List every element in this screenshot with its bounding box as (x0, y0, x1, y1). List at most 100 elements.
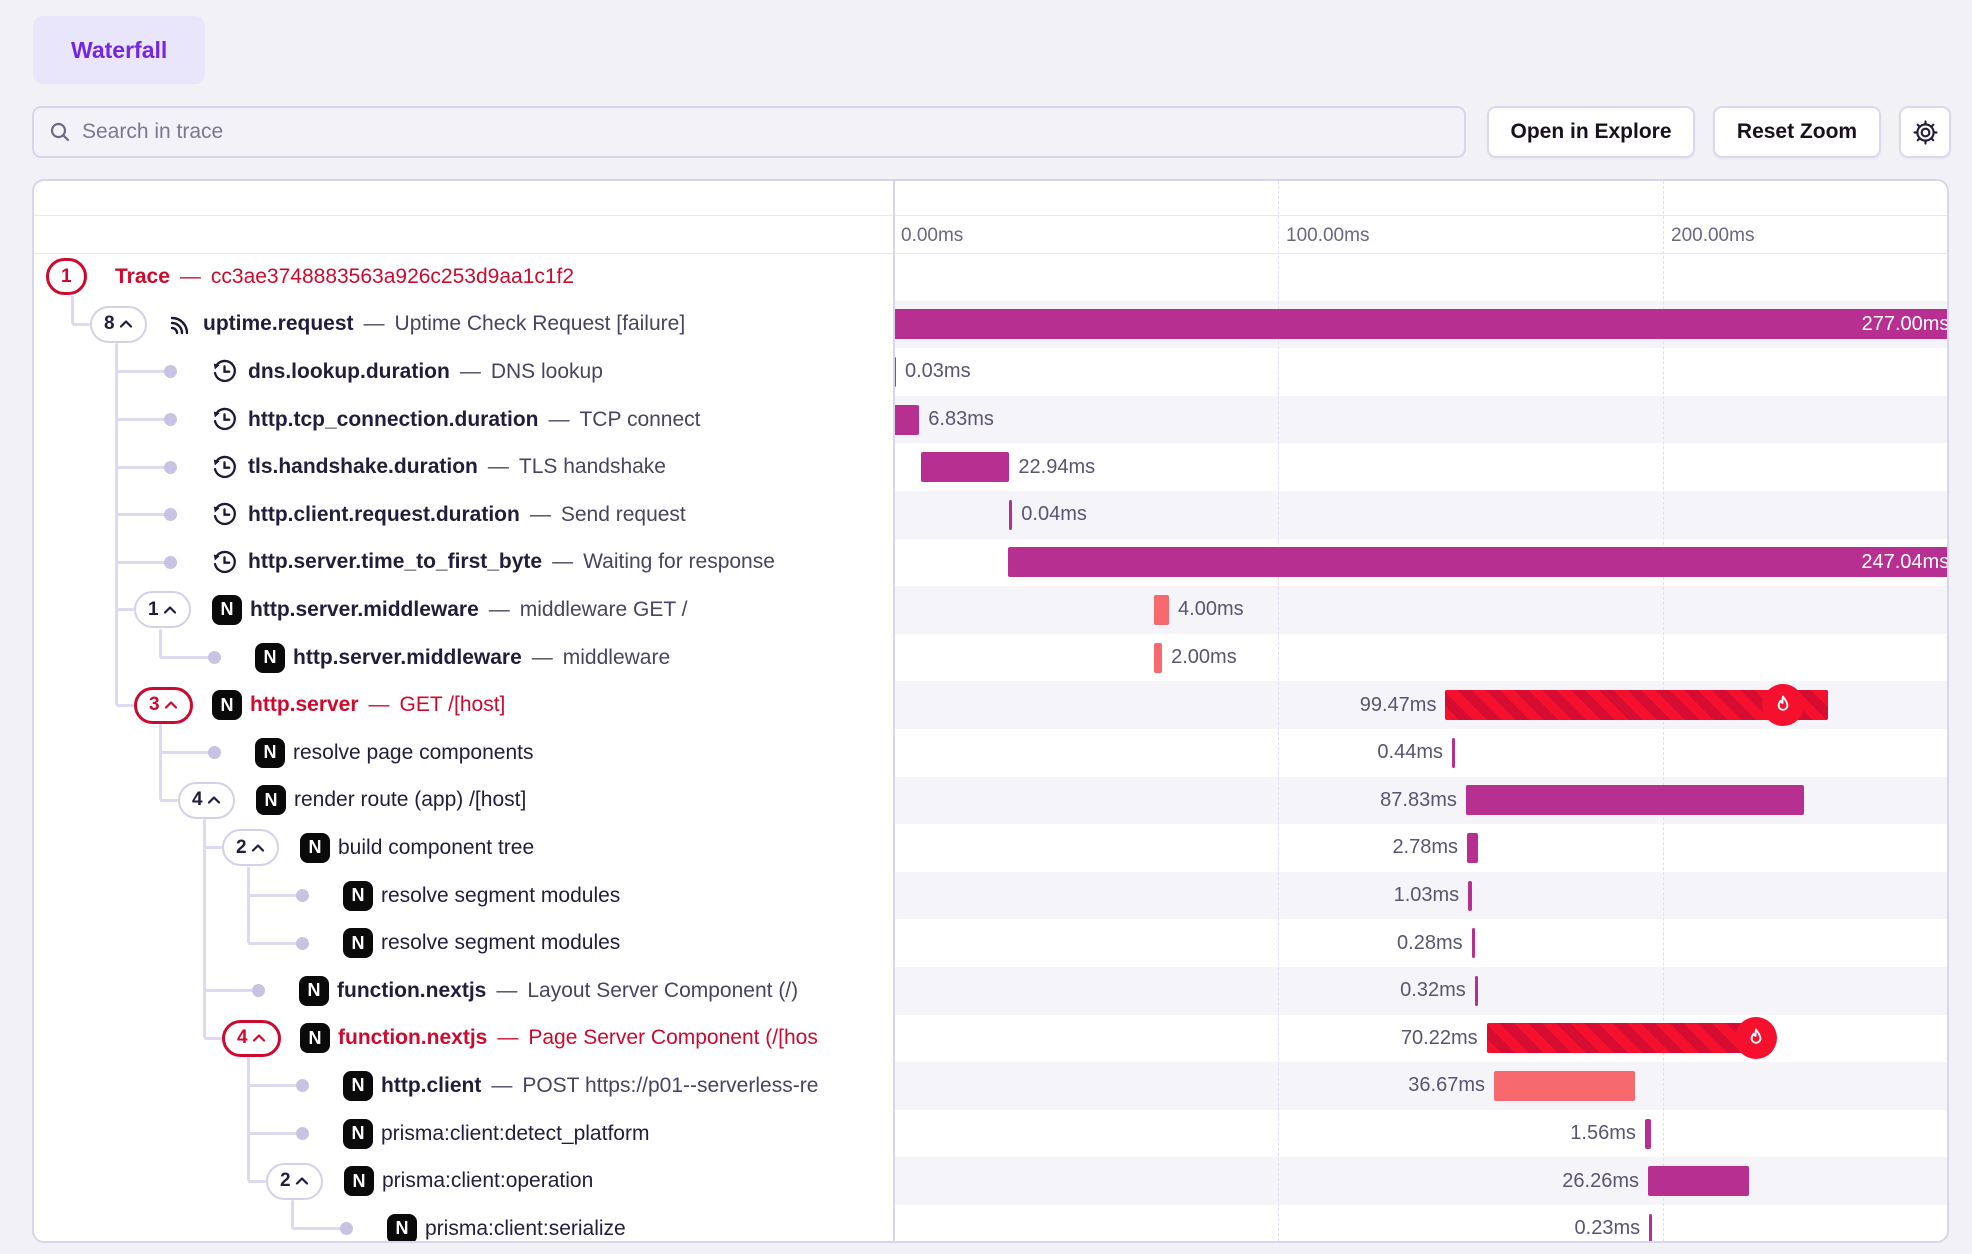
error-flame-badge[interactable] (1735, 1017, 1777, 1059)
trace-row[interactable]: 4Nfunction.nextjs—Page Server Component … (34, 1015, 1947, 1063)
span-description: prisma:client:serialize (425, 1205, 889, 1243)
span-bar[interactable] (1452, 738, 1455, 768)
reset-zoom-button[interactable]: Reset Zoom (1713, 106, 1881, 158)
trace-row[interactable]: http.tcp_connection.duration—TCP connect… (34, 396, 1947, 444)
span-bar[interactable] (1467, 833, 1478, 863)
trace-row[interactable]: 2Nprisma:client:operation26.26ms (34, 1157, 1947, 1205)
trace-row[interactable]: dns.lookup.duration—DNS lookup0.03ms (34, 348, 1947, 396)
span-description: http.client.request.duration—Send reques… (248, 491, 889, 539)
axis-tick-label: 100.00ms (1286, 219, 1369, 253)
span-bar[interactable] (921, 452, 1009, 482)
name-desc-separator: — (496, 979, 517, 1003)
span-bar[interactable] (893, 405, 919, 435)
span-description: dns.lookup.duration—DNS lookup (248, 348, 889, 396)
span-desc-text: TCP connect (579, 408, 700, 432)
tree-connector-vertical (71, 296, 74, 325)
trace-row[interactable]: http.server.time_to_first_byte—Waiting f… (34, 539, 1947, 587)
expand-badge[interactable]: 2 (222, 829, 279, 866)
span-duration-label: 4.00ms (1178, 586, 1244, 634)
span-op-name: resolve segment modules (381, 931, 620, 955)
trace-row[interactable]: Nhttp.client—POST https://p01--serverles… (34, 1062, 1947, 1110)
tab-waterfall[interactable]: Waterfall (33, 16, 205, 84)
span-desc-text: middleware (563, 646, 670, 670)
nextjs-icon: N (344, 1157, 374, 1205)
tree-node-dot (296, 937, 309, 950)
expand-badge[interactable]: 4 (222, 1020, 281, 1057)
trace-row[interactable]: 1Nhttp.server.middleware—middleware GET … (34, 586, 1947, 634)
expand-badge[interactable]: 1 (134, 591, 191, 628)
span-bar[interactable] (1648, 1166, 1749, 1196)
search-input[interactable] (82, 120, 1450, 144)
span-op-name: render route (app) /[host] (294, 788, 526, 812)
expand-badge[interactable]: 4 (178, 782, 235, 819)
toolbar: Open in Explore Reset Zoom (0, 106, 1972, 158)
nextjs-icon: N (255, 729, 285, 777)
span-desc-text: POST https://p01--serverless-re (522, 1074, 818, 1098)
trace-row[interactable]: Nfunction.nextjs—Layout Server Component… (34, 967, 1947, 1015)
expand-badge[interactable]: 8 (90, 306, 147, 343)
tree-connector-vertical (247, 867, 250, 943)
trace-row[interactable]: 2Nbuild component tree2.78ms (34, 824, 1947, 872)
expand-badge-count: 8 (104, 313, 115, 335)
trace-row[interactable]: 4Nrender route (app) /[host]87.83ms (34, 777, 1947, 825)
chevron-up-icon (295, 1176, 309, 1186)
trace-row[interactable]: 3Nhttp.server—GET /[host]99.47ms (34, 681, 1947, 729)
span-bar[interactable] (1645, 1119, 1651, 1149)
settings-button[interactable] (1899, 106, 1951, 158)
span-bar[interactable] (1472, 928, 1475, 958)
span-duration-label: 2.00ms (1171, 634, 1237, 682)
nextjs-icon: N (300, 824, 330, 872)
span-bar-with-duration[interactable]: 247.04ms (1008, 547, 1949, 577)
trace-waterfall-panel: 0.00ms100.00ms200.00ms1Trace—cc3ae374888… (32, 179, 1949, 1243)
search-icon (48, 120, 72, 144)
tree-chart-divider[interactable] (893, 181, 895, 1241)
expand-badge[interactable]: 2 (266, 1163, 323, 1200)
tree-node-dot (164, 413, 177, 426)
span-description: prisma:client:detect_platform (381, 1110, 889, 1158)
chevron-up-icon (164, 700, 178, 710)
trace-row[interactable]: Nresolve segment modules1.03ms (34, 872, 1947, 920)
trace-row[interactable]: tls.handshake.duration—TLS handshake22.9… (34, 443, 1947, 491)
nextjs-icon: N (343, 919, 373, 967)
span-bar-with-duration[interactable]: 277.00ms (893, 309, 1949, 339)
span-description: tls.handshake.duration—TLS handshake (248, 443, 889, 491)
span-description: render route (app) /[host] (294, 777, 889, 825)
expand-badge[interactable]: 1 (46, 258, 87, 295)
span-desc-text: Page Server Component (/[hos (528, 1026, 818, 1050)
trace-row[interactable]: Nprisma:client:serialize0.23ms (34, 1205, 1947, 1243)
span-op-name: http.client.request.duration (248, 503, 520, 527)
name-desc-separator: — (497, 1026, 518, 1050)
chevron-up-icon (119, 319, 133, 329)
trace-row[interactable]: Nhttp.server.middleware—middleware2.00ms (34, 634, 1947, 682)
span-bar[interactable] (1154, 643, 1162, 673)
trace-row[interactable]: 8uptime.request—Uptime Check Request [fa… (34, 301, 1947, 349)
span-op-name: Trace (115, 265, 170, 289)
span-bar[interactable] (1487, 1023, 1757, 1053)
span-bar[interactable] (1494, 1071, 1635, 1101)
nextjs-icon: N (343, 1110, 373, 1158)
tree-connector (116, 418, 165, 421)
search-input-wrap[interactable] (32, 106, 1466, 158)
span-bar[interactable] (1649, 1214, 1652, 1243)
span-bar[interactable] (1466, 785, 1804, 815)
trace-row[interactable]: Nresolve page components0.44ms (34, 729, 1947, 777)
span-op-name: http.server.time_to_first_byte (248, 550, 542, 574)
span-desc-text: DNS lookup (491, 360, 603, 384)
span-description: resolve segment modules (381, 919, 889, 967)
span-op-name: tls.handshake.duration (248, 455, 478, 479)
trace-row[interactable]: Nresolve segment modules0.28ms (34, 919, 1947, 967)
span-bar[interactable] (1154, 595, 1169, 625)
span-description: function.nextjs—Page Server Component (/… (338, 1015, 889, 1063)
expand-badge[interactable]: 3 (134, 687, 193, 724)
span-op-name: dns.lookup.duration (248, 360, 450, 384)
span-description: http.server.middleware—middleware GET / (250, 586, 889, 634)
span-op-name: uptime.request (203, 312, 354, 336)
trace-row[interactable]: http.client.request.duration—Send reques… (34, 491, 1947, 539)
span-bar[interactable] (1468, 881, 1472, 911)
trace-row[interactable]: Nprisma:client:detect_platform1.56ms (34, 1110, 1947, 1158)
open-in-explore-button[interactable]: Open in Explore (1487, 106, 1695, 158)
span-bar[interactable] (1009, 500, 1012, 530)
trace-row[interactable]: 1Trace—cc3ae3748883563a926c253d9aa1c1f2 (34, 253, 1947, 301)
span-bar[interactable] (1475, 976, 1478, 1006)
name-desc-separator: — (369, 693, 390, 717)
